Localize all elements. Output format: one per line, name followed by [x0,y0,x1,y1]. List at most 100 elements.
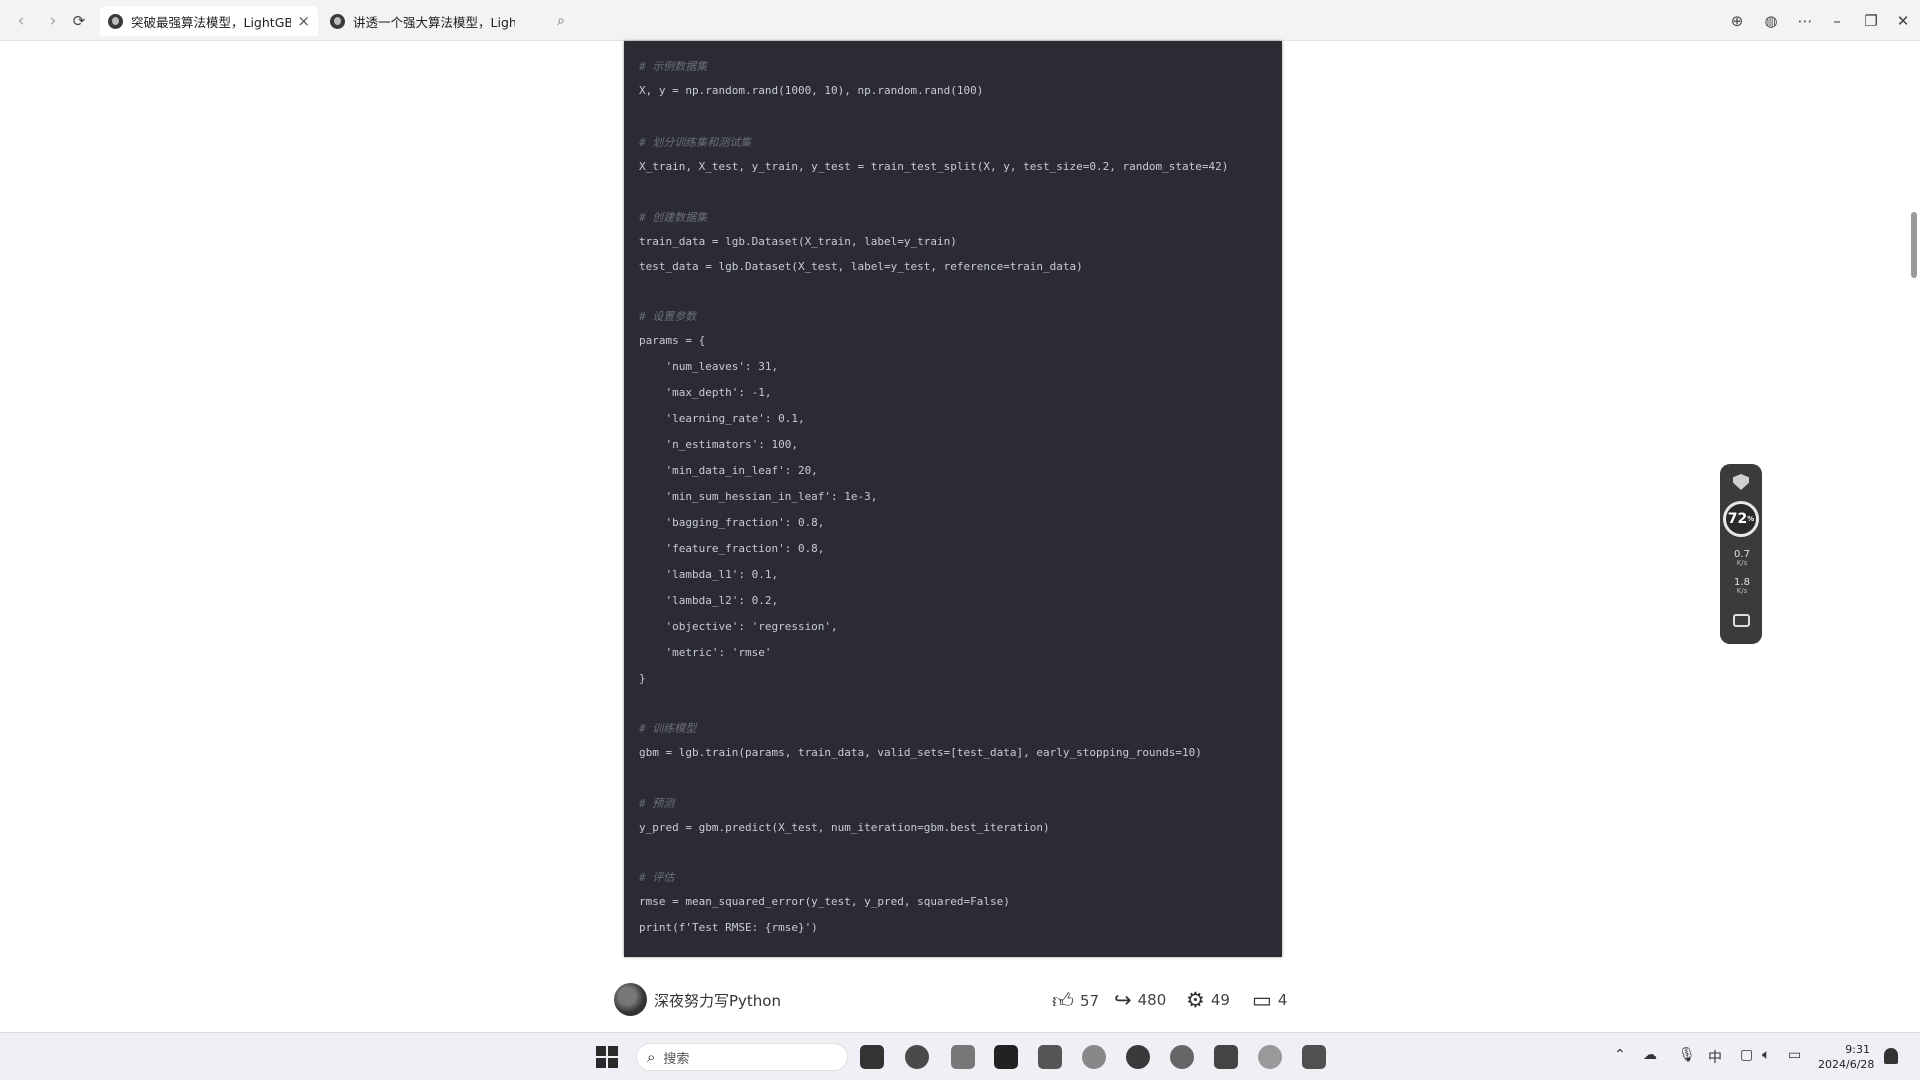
page-scrollbar[interactable] [1911,212,1917,278]
code-line: rmse = mean_squared_error(y_test, y_pred… [639,895,1010,908]
code-line: y_pred = gbm.predict(X_test, num_iterati… [639,821,1050,834]
code-line: # 创建数据集 [639,211,708,224]
clock-time: 9:31 [1845,1043,1870,1056]
code-line: 'min_data_in_leaf': 20, [639,464,818,477]
gear-favorite-icon: ⚙ [1186,988,1205,1012]
share-icon: ↪ [1114,988,1132,1012]
taskbar: ⌕ 搜索 ⌃ ☁ 🎙︎ 中 ▢ 🔈︎ ▭ 9:31 2024/6/28 [0,1032,1920,1080]
upload-speed: 0.7 K/s [1725,550,1759,568]
more-icon[interactable]: ⋯ [1792,8,1818,34]
download-icon[interactable]: ⊕ [1724,8,1750,34]
favorite-count: 49 [1210,991,1230,1009]
shield-icon [1733,474,1749,490]
cpu-usage-unit: % [1747,515,1755,523]
taskbar-app-icon[interactable] [1170,1045,1194,1069]
back-arrow-icon[interactable]: ‹ [8,8,34,34]
ime-indicator[interactable]: 中 [1708,1047,1722,1067]
browser-toolbar: ‹ › ⟳ 突破最强算法模型，LightGBM × 讲透一个强大算法模型，Lig… [0,0,1920,41]
taskbar-search-placeholder: 搜索 [663,1051,690,1067]
comment-button[interactable]: ▭ 4 [1252,988,1287,1012]
code-line: X_train, X_test, y_train, y_test = train… [639,160,1229,173]
download-speed: 1.8 K/s [1725,578,1759,596]
code-line: X, y = np.random.rand(1000, 10), np.rand… [639,84,984,97]
code-line: 'lambda_l2': 0.2, [639,594,779,607]
chevron-up-icon[interactable]: ⌃ [1614,1047,1626,1063]
battery-icon[interactable]: ▭ [1788,1047,1801,1063]
code-line: } [639,672,646,685]
speed-widget[interactable]: 72% 0.7 K/s 1.8 K/s [1720,464,1762,644]
taskbar-app-icon[interactable] [1214,1045,1238,1069]
author-bar: 深夜努力写Python 👍︎ 57 ↪ 480 ⚙ 49 ▭ 4 [612,980,1302,1020]
code-line: # 设置参数 [639,310,697,323]
favorite-button[interactable]: ⚙ 49 [1186,988,1230,1012]
display-icon[interactable]: ▢ [1740,1047,1753,1063]
like-count: 57 [1079,992,1100,1010]
comment-icon: ▭ [1252,988,1272,1012]
comment-count: 4 [1277,991,1288,1009]
taskbar-app-icon[interactable] [994,1045,1018,1069]
tab-close-icon[interactable]: × [297,12,310,30]
minimize-icon[interactable]: – [1824,8,1850,34]
refresh-icon[interactable]: ⟳ [66,8,92,34]
tab-favicon-icon [108,13,123,29]
volume-icon[interactable]: 🔈︎ [1762,1047,1770,1063]
share-button[interactable]: ↪ 480 [1114,988,1166,1012]
microphone-icon[interactable]: 🎙︎ [1678,1047,1696,1063]
forward-arrow-icon[interactable]: › [40,8,66,34]
code-line: # 示例数据集 [639,60,708,73]
code-line: # 预测 [639,797,675,810]
notification-icon[interactable] [1884,1048,1898,1064]
close-window-icon[interactable]: ✕ [1890,8,1916,34]
taskbar-app-icon[interactable] [1038,1045,1062,1069]
tab-favicon-icon [330,13,345,29]
globe-icon[interactable]: ◍ [1758,8,1784,34]
tab-title: 突破最强算法模型，LightGBM [131,14,292,30]
code-line: 'learning_rate': 0.1, [639,412,805,425]
code-line: 'n_estimators': 100, [639,438,798,451]
upload-speed-unit: K/s [1736,559,1748,567]
code-line: 'num_leaves': 31, [639,360,779,373]
code-line: # 评估 [639,871,675,884]
restore-icon[interactable]: ❐ [1858,8,1884,34]
author-name[interactable]: 深夜努力写Python [654,990,781,1011]
taskbar-app-icon[interactable] [1082,1045,1106,1069]
code-line: 'min_sum_hessian_in_leaf': 1e-3, [639,490,878,503]
avatar[interactable] [614,983,647,1016]
share-count: 480 [1137,991,1167,1009]
code-line: # 训练模型 [639,722,697,735]
code-line: 'metric': 'rmse' [639,646,772,659]
code-line: # 划分训练集和测试集 [639,136,752,149]
code-line: 'objective': 'regression', [639,620,838,633]
cpu-usage-value: 72 [1727,511,1748,527]
code-line: test_data = lgb.Dataset(X_test, label=y_… [639,260,1083,273]
code-block[interactable]: # 示例数据集 X, y = np.random.rand(1000, 10),… [624,41,1282,957]
clock[interactable]: 9:31 2024/6/28 [1818,1042,1875,1072]
code-line: 'lambda_l1': 0.1, [639,568,779,581]
taskbar-app-icon[interactable] [905,1045,929,1069]
thumbs-up-icon: 👍︎ [1052,989,1074,1013]
windows-start-icon[interactable] [596,1046,618,1068]
camera-icon[interactable] [1733,614,1750,627]
search-icon: ⌕ [647,1048,656,1066]
tab-title: 讲透一个强大算法模型，LightGBM [353,14,515,30]
taskbar-app-icon[interactable] [1302,1045,1326,1069]
search-icon[interactable]: ⌕ [548,8,574,34]
code-line: gbm = lgb.train(params, train_data, vali… [639,746,1202,759]
taskbar-app-icon[interactable] [1258,1045,1282,1069]
cloud-icon[interactable]: ☁ [1643,1047,1657,1063]
tab-active[interactable]: 突破最强算法模型，LightGBM × [100,6,318,36]
code-line: print(f'Test RMSE: {rmse}') [639,921,818,934]
code-line: 'max_depth': -1, [639,386,772,399]
code-line: 'bagging_fraction': 0.8, [639,516,825,529]
like-button[interactable]: 👍︎ 57 [1052,988,1099,1014]
clock-date: 2024/6/28 [1818,1058,1875,1071]
code-line: 'feature_fraction': 0.8, [639,542,825,555]
taskbar-app-icon[interactable] [860,1045,884,1069]
taskbar-search[interactable]: ⌕ 搜索 [636,1043,848,1071]
taskbar-app-icon[interactable] [951,1045,975,1069]
taskbar-app-icon[interactable] [1126,1045,1150,1069]
download-speed-unit: K/s [1736,587,1748,595]
code-line: params = { [639,334,706,347]
code-line: train_data = lgb.Dataset(X_train, label=… [639,235,957,248]
tab-inactive[interactable]: 讲透一个强大算法模型，LightGBM [322,6,536,36]
